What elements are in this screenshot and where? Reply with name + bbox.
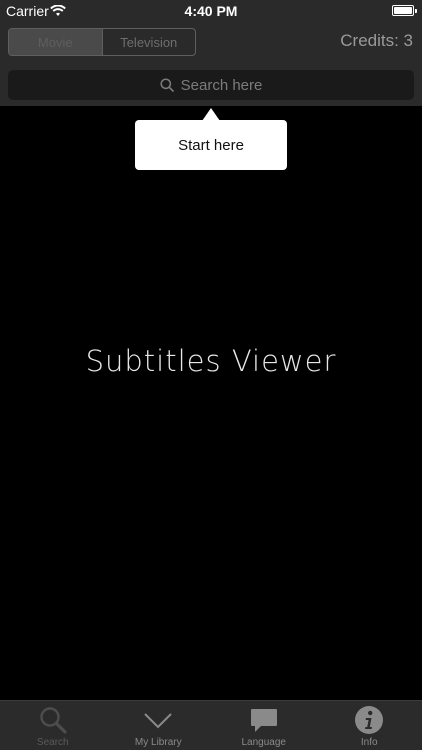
tab-info[interactable]: Info [317, 701, 422, 750]
credits-label: Credits: 3 [340, 31, 413, 50]
search-icon [160, 78, 174, 92]
tab-my-library[interactable]: My Library [106, 701, 212, 750]
tab-label-language: Language [241, 737, 287, 748]
app-title: Subtitles Viewer [85, 344, 337, 378]
tooltip-text: Start here [178, 136, 244, 154]
tab-search[interactable]: Search [0, 701, 106, 750]
clock: 4:40 PM [184, 3, 238, 19]
search-input[interactable]: Search here [8, 70, 414, 100]
segment-movie[interactable]: Movie [9, 29, 102, 55]
search-bar: Search here [0, 64, 422, 106]
tab-label-info: Info [360, 737, 378, 748]
nav-bar: Movie Television Credits: 3 [0, 22, 422, 64]
tab-label-my-library: My Library [134, 737, 182, 748]
segment-television[interactable]: Television [101, 29, 196, 55]
tab-bar: Search My Library Language Info [0, 700, 422, 750]
app-screen: Carrier 4:40 PM Movie Television Credits… [0, 0, 422, 750]
start-here-tooltip[interactable]: Start here [135, 120, 287, 170]
search-icon [38, 705, 68, 740]
speech-bubble-icon [249, 705, 279, 740]
search-placeholder: Search here [180, 76, 263, 94]
chevron-down-icon [142, 705, 174, 740]
tab-label-search: Search [36, 737, 69, 748]
tab-language[interactable]: Language [211, 701, 317, 750]
battery-icon [392, 5, 417, 16]
info-icon [354, 705, 384, 740]
status-bar: Carrier 4:40 PM [0, 0, 422, 22]
media-type-segmented-control: Movie Television [8, 28, 196, 56]
